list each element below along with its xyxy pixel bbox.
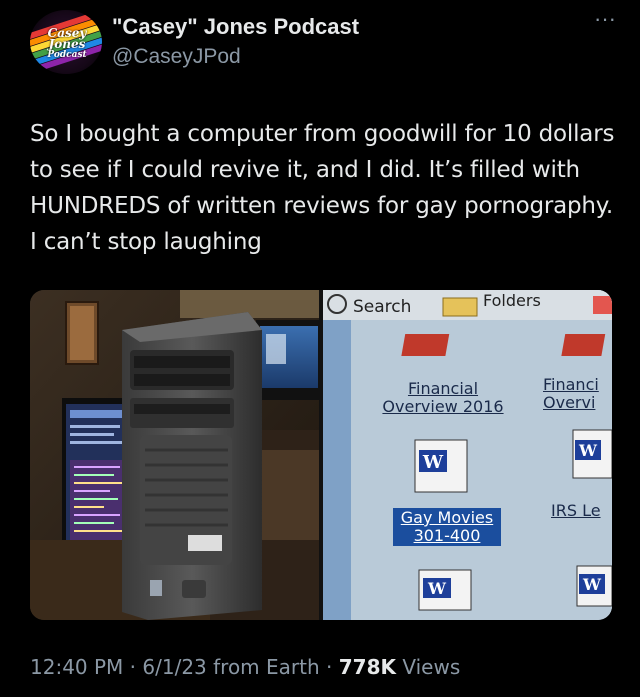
user-handle[interactable]: @CaseyJPod <box>112 45 241 69</box>
file-label-line: Financi <box>543 375 599 394</box>
file-label-irs[interactable]: IRS Le <box>551 502 612 520</box>
toolbar-folders-label[interactable]: Folders <box>483 292 541 310</box>
views-label: Views <box>402 655 461 679</box>
tweet-header: Casey Jones Podcast "Casey" Jones Podcas… <box>30 8 620 80</box>
word-document-icon: W <box>576 565 612 607</box>
tweet-text: So I bought a computer from goodwill for… <box>30 121 615 255</box>
display-name[interactable]: "Casey" Jones Podcast <box>112 14 359 40</box>
more-options-button[interactable]: ··· <box>590 8 620 36</box>
word-document-icon: W <box>572 429 612 479</box>
file-label-financial-partial[interactable]: Financi Overvi <box>543 376 612 412</box>
tweet-time[interactable]: 12:40 PM <box>30 655 123 679</box>
computer-tower-illustration <box>30 290 319 620</box>
file-label-line: IRS Le <box>551 501 601 520</box>
tweet-source: from Earth <box>213 655 320 679</box>
file-label-line: Overview 2016 <box>382 397 504 416</box>
file-label-line: 301-400 <box>413 526 481 545</box>
word-document-icon: W <box>418 569 472 611</box>
photo-desktop-icons[interactable]: W W W W Search Folders Financial Overvie… <box>323 290 612 620</box>
desktop-background: W W W W <box>323 290 612 620</box>
media-grid: W W W W Search Folders Financial Overvie… <box>30 290 612 620</box>
views-count[interactable]: 778K <box>339 655 396 679</box>
avatar-logo-line: Jones <box>48 37 86 51</box>
svg-text:W: W <box>578 441 598 460</box>
meta-separator: · <box>326 655 333 679</box>
tweet-meta: 12:40 PM · 6/1/23 from Earth · 778K View… <box>30 655 460 679</box>
word-document-icon: W <box>414 439 468 493</box>
meta-separator: · <box>129 655 137 679</box>
avatar[interactable]: Casey Jones Podcast <box>30 10 102 74</box>
file-label-line: Overvi <box>543 393 596 412</box>
svg-text:W: W <box>422 452 444 473</box>
photo-computer-tower[interactable] <box>30 290 319 620</box>
svg-text:W: W <box>427 579 447 598</box>
file-label-financial-overview[interactable]: Financial Overview 2016 <box>373 380 513 416</box>
file-label-line: Financial <box>407 379 479 398</box>
file-label-line: Gay Movies <box>400 508 494 527</box>
file-label-gay-movies[interactable]: Gay Movies 301-400 <box>393 508 501 546</box>
svg-text:W: W <box>582 575 602 594</box>
avatar-logo: Casey Jones Podcast <box>36 27 98 61</box>
tweet-date[interactable]: 6/1/23 <box>142 655 206 679</box>
toolbar-search-label[interactable]: Search <box>353 298 411 316</box>
avatar-logo-line: Podcast <box>47 50 87 60</box>
